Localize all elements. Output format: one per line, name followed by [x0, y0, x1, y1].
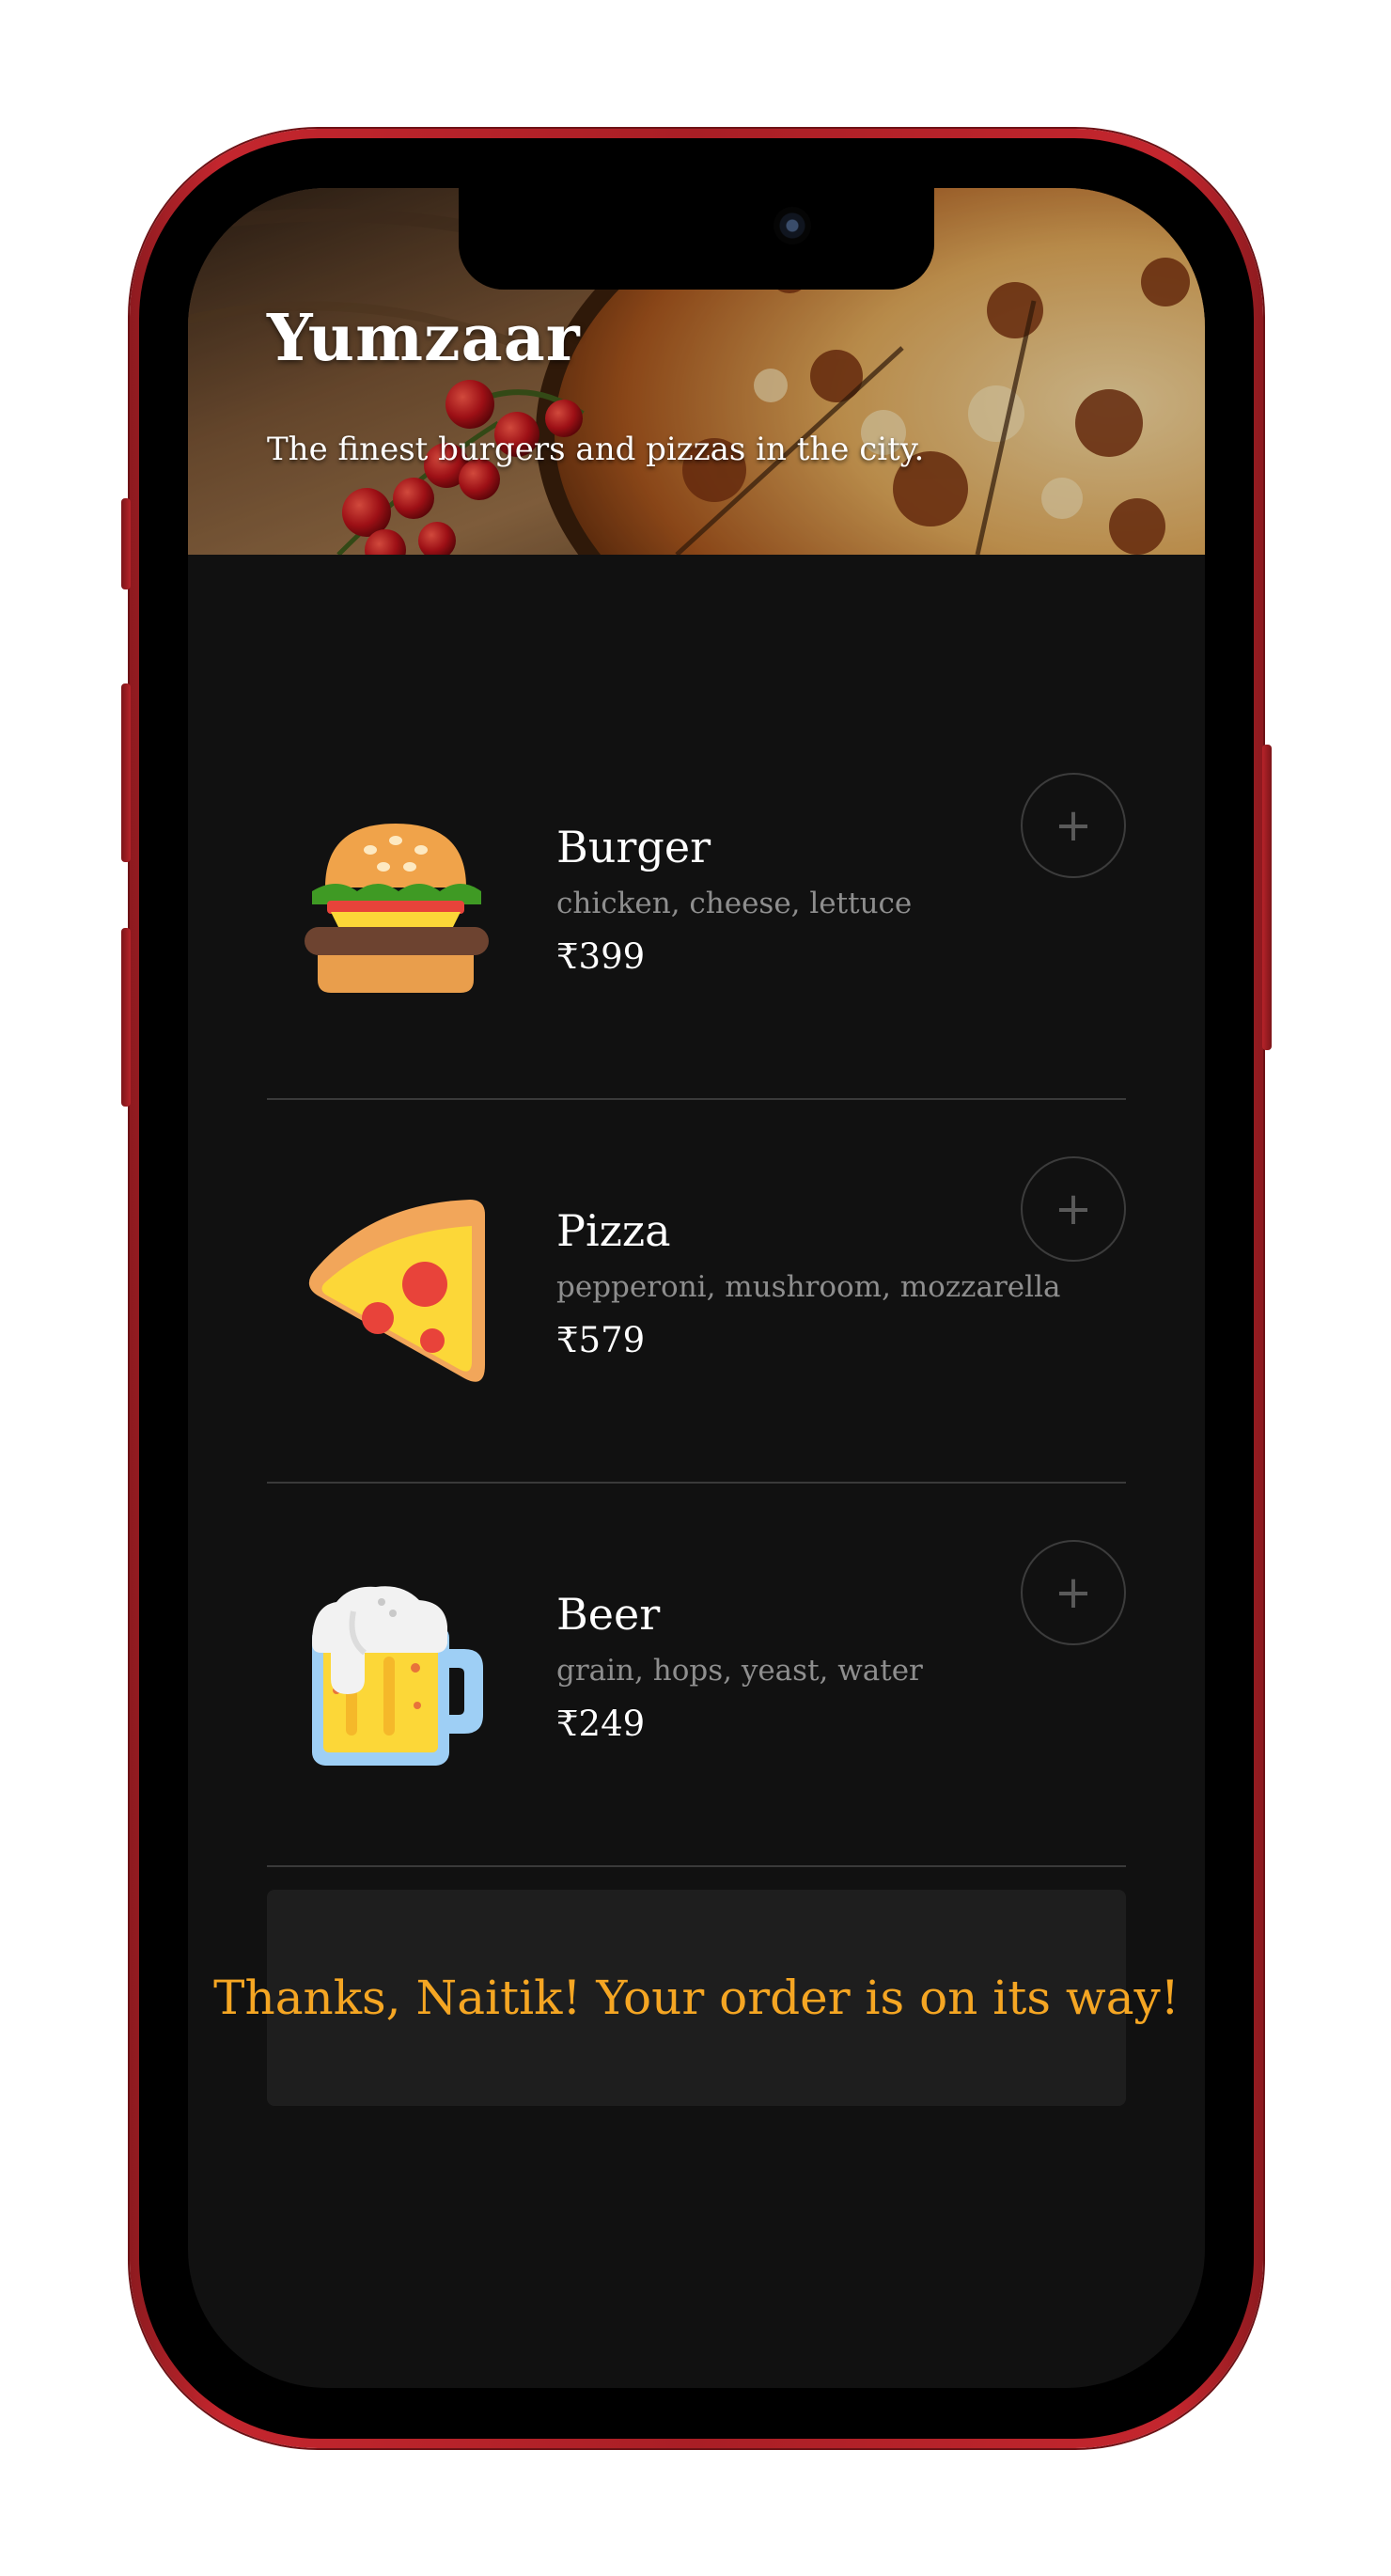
power-button — [1262, 745, 1272, 1050]
menu-item-name: Beer — [556, 1589, 661, 1640]
menu-item-burger: Burger chicken, cheese, lettuce ₹399 + — [267, 716, 1126, 1100]
menu-item-pizza: Pizza pepperoni, mushroom, mozzarella ₹5… — [267, 1100, 1126, 1484]
menu-list: Burger chicken, cheese, lettuce ₹399 + P… — [267, 716, 1126, 1867]
menu-item-description: pepperoni, mushroom, mozzarella — [556, 1270, 1061, 1304]
app-screen: Yumzaar The finest burgers and pizzas in… — [188, 188, 1205, 2388]
volume-down-button — [121, 928, 131, 1107]
front-camera — [774, 207, 811, 244]
menu-item-name: Burger — [556, 822, 711, 872]
add-beer-button[interactable]: + — [1021, 1540, 1126, 1645]
menu-item-description: chicken, cheese, lettuce — [556, 887, 913, 920]
beer-icon — [312, 1586, 483, 1766]
menu-item-description: grain, hops, yeast, water — [556, 1654, 923, 1688]
menu-item-price: ₹579 — [556, 1320, 646, 1360]
volume-up-button — [121, 683, 131, 862]
menu-item-price: ₹399 — [556, 936, 646, 977]
notch — [459, 188, 934, 290]
menu-item-name: Pizza — [556, 1205, 671, 1256]
burger-icon — [305, 824, 489, 993]
pizza-icon — [308, 1200, 485, 1382]
menu-item-details: Beer grain, hops, yeast, water ₹249 — [556, 1593, 923, 1741]
add-burger-button[interactable]: + — [1021, 773, 1126, 878]
add-pizza-button[interactable]: + — [1021, 1156, 1126, 1262]
mute-switch — [121, 498, 131, 589]
order-confirmation-banner: Thanks, Naitik! Your order is on its way… — [213, 1890, 1180, 2106]
order-confirmation-message: Thanks, Naitik! Your order is on its way… — [213, 1971, 1180, 2025]
menu-item-beer: Beer grain, hops, yeast, water ₹249 + — [267, 1484, 1126, 1867]
menu-item-details: Pizza pepperoni, mushroom, mozzarella ₹5… — [556, 1209, 1060, 1358]
menu-item-price: ₹249 — [556, 1704, 646, 1744]
app-title: Yumzaar — [267, 301, 581, 376]
app-tagline: The finest burgers and pizzas in the cit… — [267, 431, 925, 468]
menu-item-details: Burger chicken, cheese, lettuce ₹399 — [556, 825, 912, 974]
